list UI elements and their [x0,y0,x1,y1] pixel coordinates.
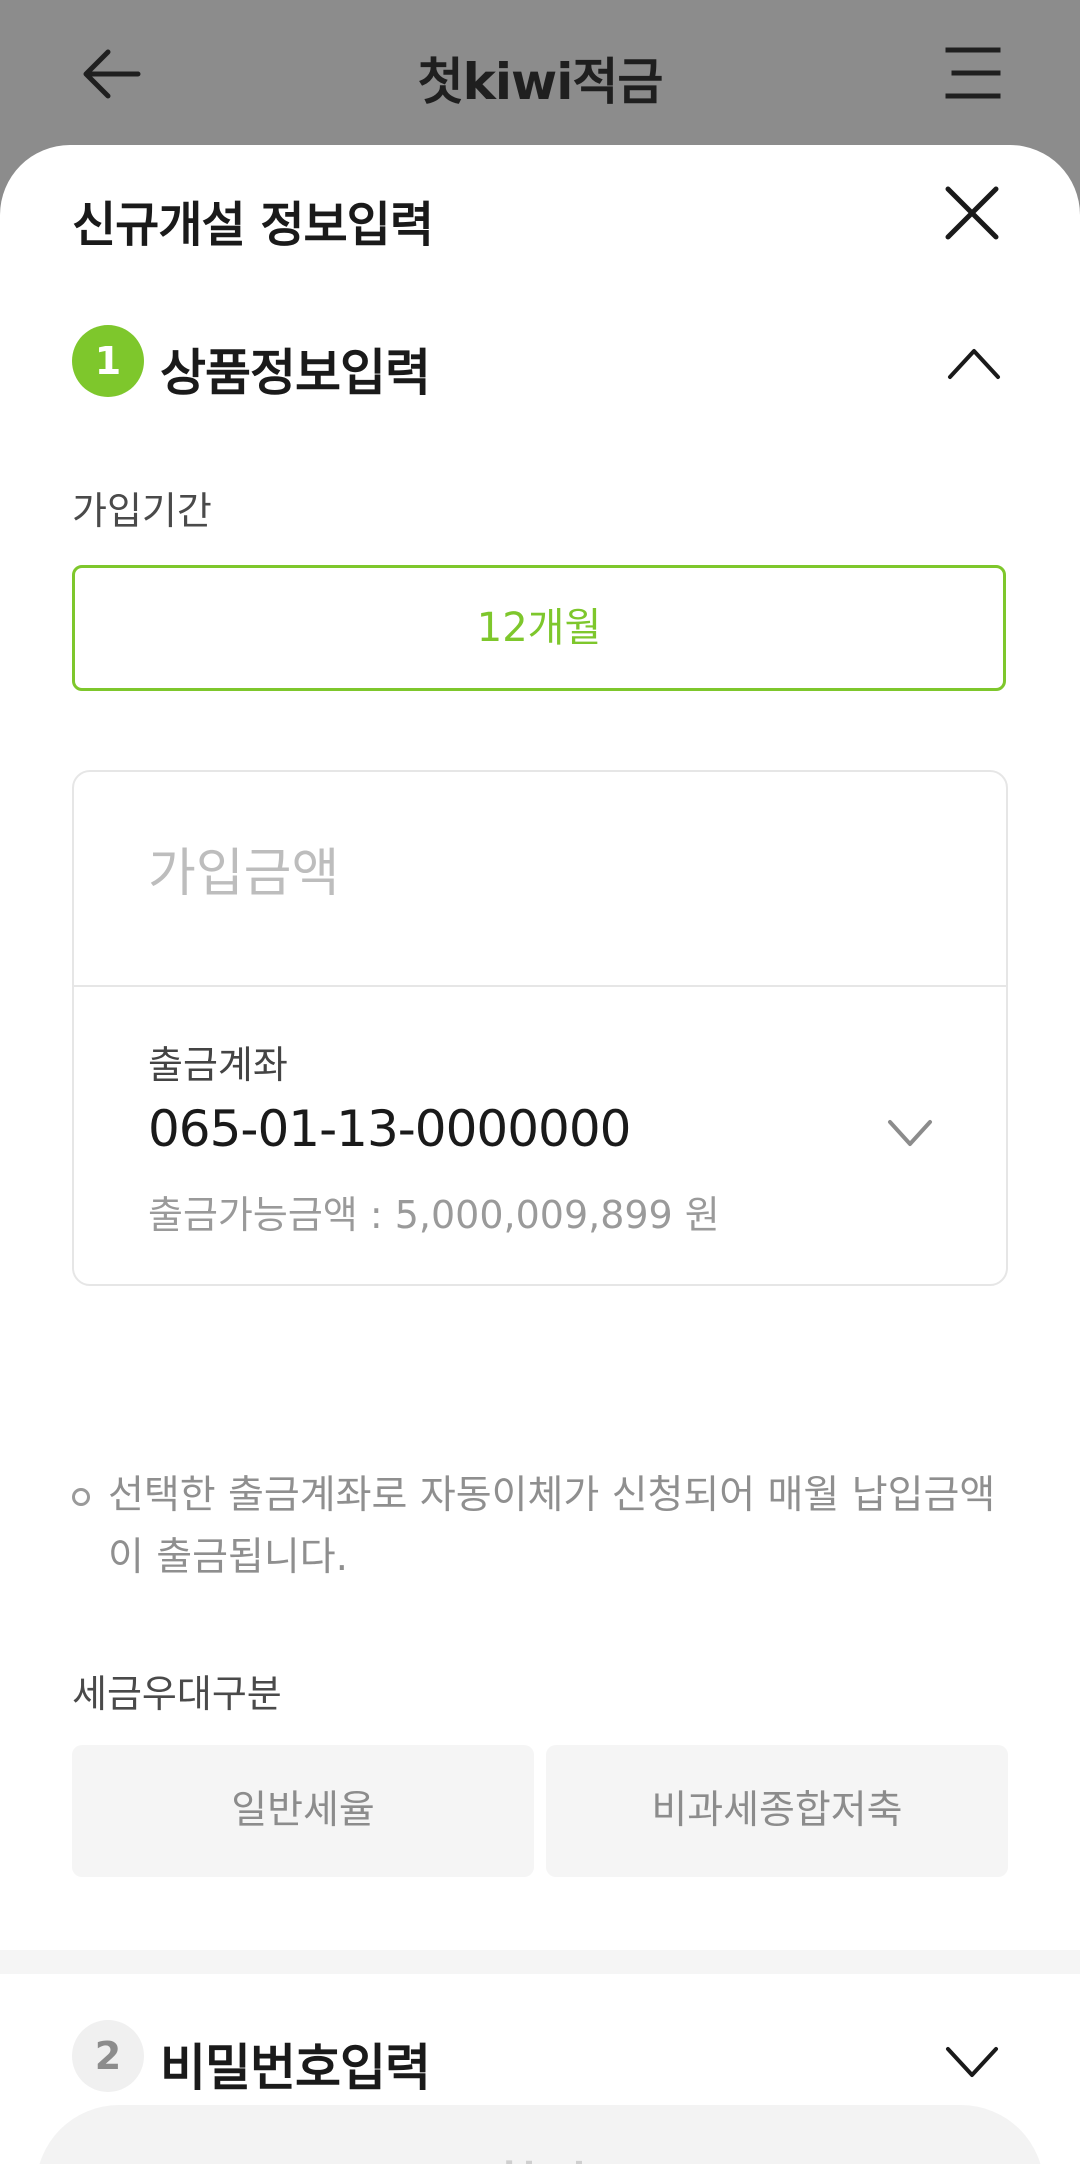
step2-badge: 2 [72,2020,144,2092]
chevron-down-icon[interactable] [886,1118,934,1148]
period-label: 가입기간 [72,489,212,533]
step1-badge: 1 [72,325,144,397]
section-divider [0,1950,1080,1974]
bottom-sheet: 신규개설 정보입력 1 상품정보입력 가입기간 12개월 출금계좌 065-01… [0,145,1080,2164]
period-select[interactable]: 12개월 [72,565,1006,691]
notice-text: 선택한 출금계좌로 자동이체가 신청되어 매월 납입금액이 출금됩니다. [108,1473,996,1580]
confirm-button[interactable]: 확인 [36,2105,1044,2164]
close-icon[interactable] [944,185,1000,241]
chevron-down-icon[interactable] [944,2045,1000,2081]
step2-title[interactable]: 비밀번호입력 [160,2028,431,2100]
app-header: 첫kiwi적금 [0,0,1080,146]
chevron-up-icon[interactable] [946,345,1002,381]
account-balance: 출금가능금액 : 5,000,009,899 원 [148,1193,720,1237]
step1-title[interactable]: 상품정보입력 [160,333,431,405]
app-title: 첫kiwi적금 [417,53,664,111]
amount-account-card: 출금계좌 065-01-13-0000000 출금가능금액 : 5,000,00… [72,770,1008,1286]
tax-option-general[interactable]: 일반세율 [72,1745,534,1877]
tax-label: 세금우대구분 [72,1672,282,1716]
tax-option-tax-free[interactable]: 비과세종합저축 [546,1745,1008,1877]
account-number[interactable]: 065-01-13-0000000 [148,1100,631,1158]
notice-bullet [72,1488,90,1506]
sheet-title: 신규개설 정보입력 [72,197,434,253]
account-label: 출금계좌 [148,1043,288,1087]
amount-input[interactable] [148,844,848,904]
card-divider [74,985,1006,987]
menu-icon[interactable] [944,44,1002,102]
